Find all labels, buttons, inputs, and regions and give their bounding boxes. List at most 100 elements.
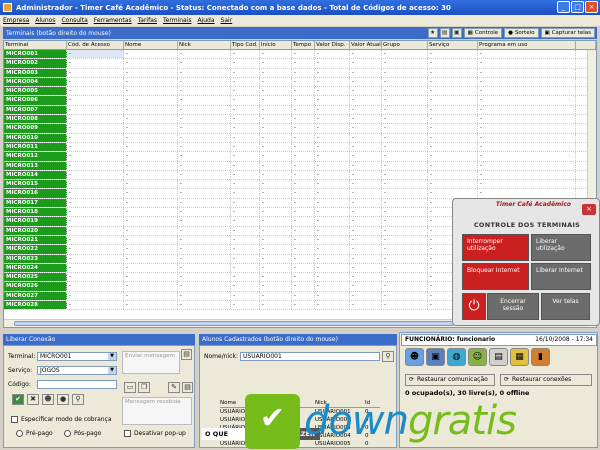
table-row[interactable]: MICRO004- - - - - - - - - - - [4, 77, 596, 88]
table-row[interactable]: MICRO007- - - - - - - - - - - [4, 105, 596, 116]
grid-col-header[interactable]: Valor Atual [350, 41, 382, 49]
print-icon[interactable]: ▤ [182, 382, 193, 393]
edit-icon[interactable]: ✎ [168, 382, 180, 393]
sorteio-button[interactable]: ● Sorteio [504, 28, 539, 38]
star-icon[interactable]: ★ [427, 28, 438, 38]
chevron-down-icon[interactable]: ▼ [108, 367, 116, 374]
table-row[interactable]: MICRO011- - - - - - - - - - - [4, 142, 596, 153]
chart-icon[interactable]: ▮ [531, 348, 550, 366]
grid-cell: - [178, 263, 231, 273]
encerrar-sessao-button[interactable]: Encerrar sessão [487, 293, 539, 320]
pospago-radio[interactable] [64, 430, 71, 437]
menu-alunos[interactable]: Alunos [35, 17, 55, 24]
menu-consulta[interactable]: Consulta [61, 17, 87, 24]
cancel-icon[interactable]: ✖ [27, 394, 39, 405]
bloquear-internet-button[interactable]: Bloquear Internet [462, 263, 529, 290]
grid-col-header[interactable]: Cód. de Acesso [67, 41, 124, 49]
restaurar-conexoes-button[interactable]: ⟳ Restaurar conexões [500, 374, 592, 386]
grid-col-header[interactable]: Programa em uso [478, 41, 576, 49]
calendar-icon[interactable]: ▦ [510, 348, 529, 366]
liberar-utilizacao-button[interactable]: Liberar utilização [531, 234, 591, 261]
menu-sair[interactable]: Sair [221, 17, 233, 24]
close-button[interactable]: × [585, 1, 598, 13]
monitor-icon[interactable]: ▣ [451, 28, 462, 38]
especificar-checkbox[interactable] [11, 416, 18, 423]
controle-button[interactable]: ▦ Controle [463, 28, 503, 38]
grid-cell: - [315, 273, 350, 282]
control-close-button[interactable]: × [582, 204, 596, 215]
grid-cell: - [292, 263, 315, 273]
grid-col-header[interactable]: Valor Disp. [315, 41, 350, 49]
table-row[interactable]: MICRO002- - - - - - - - - - - [4, 59, 596, 69]
table-row[interactable]: MICRO001- - - - - - - - - - - [4, 50, 596, 60]
grid-col-header[interactable]: Tempo [292, 41, 315, 49]
prepago-radio[interactable] [16, 430, 23, 437]
grid-col-header[interactable]: Início [260, 41, 292, 49]
grid-cell: - [260, 115, 292, 124]
grid-col-header[interactable] [576, 41, 596, 49]
ver-telas-button[interactable]: Ver telas [541, 293, 590, 320]
minimize-button[interactable]: _ [557, 1, 570, 13]
users-icon[interactable]: ☺ [468, 348, 487, 366]
globe-icon[interactable]: ◍ [447, 348, 466, 366]
grid-col-header[interactable]: Grupo [382, 41, 428, 49]
menu-terminais[interactable]: Terminais [163, 17, 191, 24]
search-icon[interactable]: ⚲ [382, 351, 394, 362]
table-row[interactable]: MICRO014- - - - - - - - - - - [4, 170, 596, 181]
table-row[interactable]: MICRO013- - - - - - - - - - - [4, 161, 596, 171]
grid-cell: - [382, 59, 428, 68]
servico-select[interactable]: JOGOS ▼ [37, 366, 117, 375]
menu-ajuda[interactable]: Ajuda [197, 17, 214, 24]
grid-cell: - [231, 208, 260, 217]
table-row[interactable]: MICRO008- - - - - - - - - - - [4, 115, 596, 125]
document-icon[interactable]: ▤ [489, 348, 508, 366]
capturar-telas-button[interactable]: ▣ Capturar telas [540, 28, 595, 38]
copy-icon[interactable]: ❐ [138, 382, 150, 393]
nome-input[interactable]: USUARIO001 [240, 352, 380, 361]
maximize-button[interactable]: □ [571, 1, 584, 13]
table-row[interactable]: MICRO009- - - - - - - - - - - [4, 124, 596, 134]
power-icon[interactable]: ⏻ [462, 293, 486, 320]
grid-cell: - [178, 59, 231, 68]
printer-icon[interactable]: ▤ [439, 28, 450, 38]
table-row[interactable]: MICRO012- - - - - - - - - - - [4, 152, 596, 162]
table-row[interactable]: MICRO005- - - - - - - - - - - [4, 87, 596, 97]
table-row[interactable]: MICRO015- - - - - - - - - - - [4, 180, 596, 190]
computer-icon[interactable]: ▣ [426, 348, 445, 366]
search-icon[interactable]: ⚲ [72, 394, 84, 405]
grid-col-header[interactable]: Serviço [428, 41, 478, 49]
user-icon[interactable]: ☻ [42, 394, 54, 405]
user-icon[interactable]: ☻ [405, 348, 424, 366]
menu-ferramentas[interactable]: Ferramentas [94, 17, 132, 24]
grid-cell: - [382, 115, 428, 124]
grid-cell: - [67, 68, 124, 77]
watermark-text-a: down [304, 398, 409, 444]
codigo-input[interactable] [37, 380, 117, 389]
folder-icon[interactable]: ▭ [124, 382, 136, 393]
terminal-select[interactable]: MICRO001 ▼ [37, 352, 117, 361]
table-row[interactable]: MICRO006- - - - - - - - - - - [4, 96, 596, 106]
desativar-checkbox[interactable] [124, 430, 131, 437]
table-row[interactable]: MICRO003- - - - - - - - - - - [4, 68, 596, 78]
grid-cell: - [428, 142, 478, 152]
menu-empresa[interactable]: Empresa [3, 17, 29, 24]
grid-cell: - [292, 77, 315, 87]
grid-col-header[interactable]: Tipo Cod. [231, 41, 260, 49]
send-icon[interactable]: ▤ [181, 349, 192, 360]
grid-col-header[interactable]: Nome [124, 41, 178, 49]
grid-col-header[interactable]: Nick [178, 41, 231, 49]
grid-cell: - [428, 59, 478, 68]
restaurar-comunicacao-button[interactable]: ⟳ Restaurar comunicação [405, 374, 495, 386]
liberar-internet-button[interactable]: Liberar Internet [531, 263, 591, 290]
table-row[interactable]: MICRO010- - - - - - - - - - - [4, 133, 596, 143]
grid-col-header[interactable]: Terminal [4, 41, 67, 49]
stop-icon[interactable]: ● [57, 394, 69, 405]
interromper-button[interactable]: Interromper utilização [462, 234, 529, 261]
menu-tarifas[interactable]: Tarifas [138, 17, 157, 24]
confirm-icon[interactable]: ✔ [12, 394, 24, 405]
enviar-mensagem-area[interactable]: Enviar mensagem [122, 351, 180, 374]
scroll-thumb[interactable] [14, 321, 454, 326]
chevron-down-icon[interactable]: ▼ [108, 353, 116, 360]
grid-cell: - [260, 96, 292, 105]
control-panel: Timer Café Acadêmico × CONTROLE DOS TERM… [452, 198, 600, 326]
